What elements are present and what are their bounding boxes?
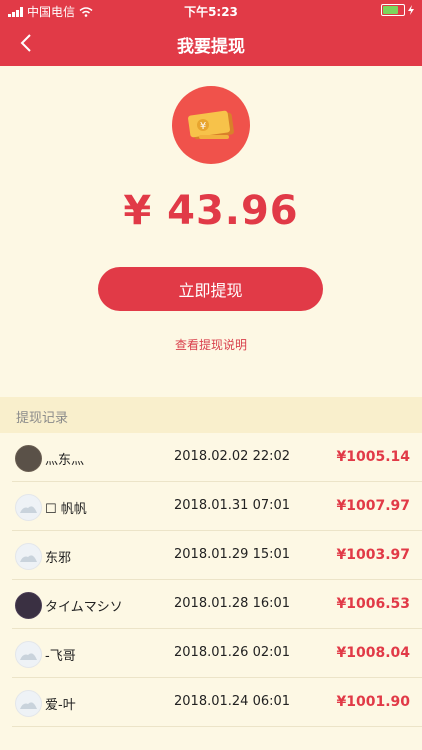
record-amount: ¥1001.90 xyxy=(336,694,410,710)
record-row[interactable]: 灬东灬 2018.02.02 22:02 ¥1005.14 xyxy=(12,433,422,482)
records-header: 提现记录 xyxy=(0,397,422,433)
record-name: 爱-叶 xyxy=(45,698,76,713)
status-bar: 中国电信 下午5:23 xyxy=(0,0,422,20)
record-name: タイムマシソ xyxy=(45,600,123,615)
record-date: 2018.01.26 02:01 xyxy=(174,645,291,660)
red-envelope-wallet-icon: ¥ xyxy=(172,86,250,164)
battery-icon xyxy=(381,4,405,16)
nav-bar: 我要提现 xyxy=(0,20,422,66)
page-title: 我要提现 xyxy=(177,37,245,57)
record-date: 2018.01.28 16:01 xyxy=(174,596,291,611)
record-date: 2018.02.02 22:02 xyxy=(174,449,291,464)
record-amount: ¥1005.14 xyxy=(336,449,410,465)
avatar xyxy=(15,494,42,521)
record-row[interactable]: ☐ 帆帆 2018.01.31 07:01 ¥1007.97 xyxy=(12,482,422,531)
avatar xyxy=(15,641,42,668)
record-date: 2018.01.31 07:01 xyxy=(174,498,291,513)
record-name: 东邪 xyxy=(45,551,72,566)
records-header-label: 提现记录 xyxy=(16,411,69,426)
svg-text:¥: ¥ xyxy=(200,121,206,132)
withdraw-button[interactable]: 立即提现 xyxy=(98,267,323,311)
record-amount: ¥1006.53 xyxy=(336,596,410,612)
record-amount: ¥1003.97 xyxy=(336,547,410,563)
record-amount: ¥1007.97 xyxy=(336,498,410,514)
records-list: 灬东灬 2018.02.02 22:02 ¥1005.14 ☐ 帆帆 2018.… xyxy=(0,433,422,727)
record-row[interactable]: タイムマシソ 2018.01.28 16:01 ¥1006.53 xyxy=(12,580,422,629)
avatar xyxy=(15,445,42,472)
status-time: 下午5:23 xyxy=(184,5,238,19)
record-row[interactable]: 爱-叶 2018.01.24 06:01 ¥1001.90 xyxy=(12,678,422,727)
record-row[interactable]: 东邪 2018.01.29 15:01 ¥1003.97 xyxy=(12,531,422,580)
wallet-graphic: ¥ xyxy=(188,110,234,140)
record-name: ☐ 帆帆 xyxy=(45,502,87,517)
balance-amount: ¥ 43.96 xyxy=(123,188,299,234)
battery-area xyxy=(381,4,414,16)
record-amount: ¥1008.04 xyxy=(336,645,410,661)
record-name: -飞哥 xyxy=(45,649,76,664)
record-name: 灬东灬 xyxy=(45,453,85,468)
record-date: 2018.01.29 15:01 xyxy=(174,547,291,562)
avatar xyxy=(15,543,42,570)
withdraw-explanation-link[interactable]: 查看提现说明 xyxy=(0,336,422,353)
charging-icon xyxy=(408,5,414,15)
record-row[interactable]: -飞哥 2018.01.26 02:01 ¥1008.04 xyxy=(12,629,422,678)
avatar xyxy=(15,690,42,717)
record-date: 2018.01.24 06:01 xyxy=(174,694,291,709)
avatar xyxy=(15,592,42,619)
